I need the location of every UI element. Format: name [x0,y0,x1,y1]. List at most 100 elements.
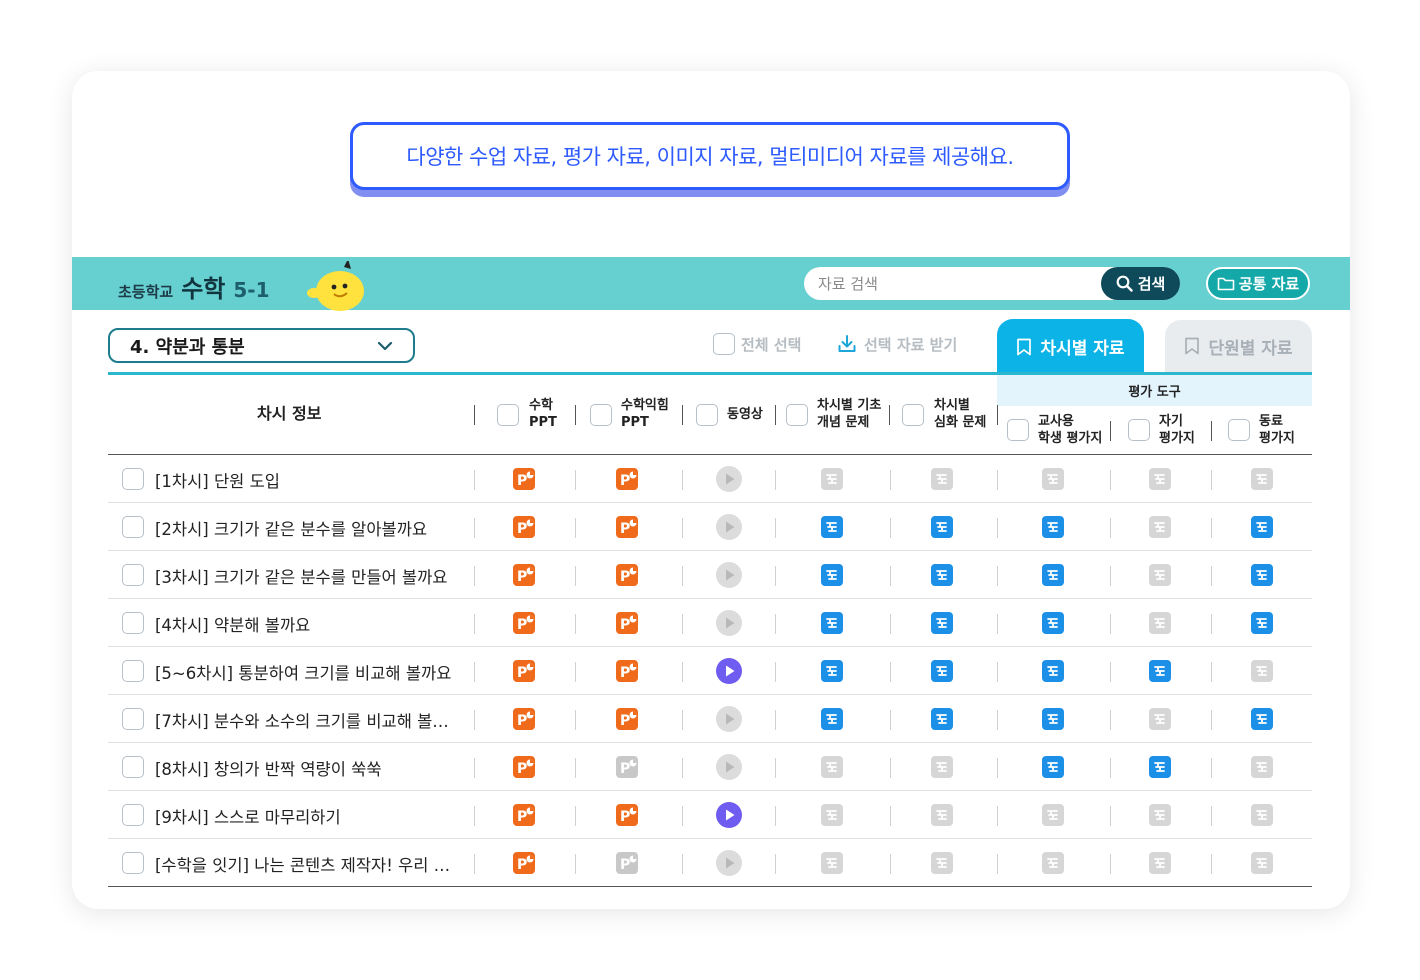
ppt-icon[interactable]: P [511,850,537,876]
row-checkbox[interactable] [122,564,144,586]
cell-separator [1211,518,1212,538]
column-header-line2: 심화 문제 [934,415,987,430]
cell-separator [775,614,776,634]
ppt-icon[interactable]: P [614,514,640,540]
lesson-title[interactable]: [8차시] 창의가 반짝 역량이 쑥쑥 [155,756,473,780]
worksheet-icon[interactable] [1040,610,1066,636]
ppt-icon[interactable]: P [511,514,537,540]
column-checkbox[interactable] [696,404,718,426]
worksheet-icon[interactable] [1040,706,1066,732]
cell-separator [775,470,776,490]
video-play-icon [716,754,742,780]
worksheet-icon[interactable] [819,514,845,540]
ppt-icon[interactable]: P [511,562,537,588]
worksheet-icon[interactable] [1040,658,1066,684]
worksheet-icon[interactable] [1147,658,1173,684]
tab-lesson-materials[interactable]: 차시별 자료 [997,319,1144,374]
ppt-icon[interactable]: P [614,466,640,492]
tab-unit-materials[interactable]: 단원별 자료 [1165,320,1312,372]
table-row: [7차시] 분수와 소수의 크기를 비교해 볼… P P [108,695,1312,743]
lesson-title[interactable]: [3차시] 크기가 같은 분수를 만들어 볼까요 [155,564,473,588]
cell-separator [997,854,998,874]
select-all-checkbox[interactable] [713,333,735,355]
worksheet-icon [1040,802,1066,828]
cell-separator [890,710,891,730]
ppt-icon[interactable]: P [614,802,640,828]
worksheet-icon [1040,850,1066,876]
worksheet-icon[interactable] [819,562,845,588]
worksheet-icon[interactable] [929,514,955,540]
lesson-title[interactable]: [2차시] 크기가 같은 분수를 알아볼까요 [155,516,473,540]
lesson-title[interactable]: [7차시] 분수와 소수의 크기를 비교해 볼… [155,708,473,732]
common-materials-button[interactable]: 공통 자료 [1206,267,1310,300]
worksheet-icon[interactable] [1147,754,1173,780]
lesson-title[interactable]: [4차시] 약분해 볼까요 [155,612,473,636]
cell-separator [575,758,576,778]
worksheet-icon[interactable] [819,610,845,636]
ppt-icon[interactable]: P [614,562,640,588]
column-header-line1: 자기 [1159,414,1183,429]
lesson-title[interactable]: [수학을 잇기] 나는 콘텐츠 제작자! 우리 … [155,852,473,876]
worksheet-icon[interactable] [819,658,845,684]
unit-select[interactable]: 4. 약분과 통분 [108,328,415,363]
column-header-line2: PPT [529,415,557,430]
video-play-icon[interactable] [716,658,742,684]
column-checkbox[interactable] [1228,419,1250,441]
worksheet-icon[interactable] [929,706,955,732]
ppt-icon[interactable]: P [614,658,640,684]
ppt-icon[interactable]: P [614,706,640,732]
cell-separator [1211,662,1212,682]
column-checkbox[interactable] [497,404,519,426]
worksheet-icon[interactable] [1249,706,1275,732]
column-checkbox[interactable] [902,404,924,426]
ppt-icon[interactable]: P [511,610,537,636]
ppt-icon[interactable]: P [511,658,537,684]
header-separator [1211,421,1212,441]
column-checkbox[interactable] [1128,419,1150,441]
lesson-title[interactable]: [5~6차시] 통분하여 크기를 비교해 볼까요 [155,660,473,684]
cell-separator [890,806,891,826]
folder-icon [1217,277,1235,291]
column-checkbox[interactable] [590,404,612,426]
row-checkbox[interactable] [122,660,144,682]
lesson-title[interactable]: [9차시] 스스로 마무리하기 [155,804,473,828]
worksheet-icon[interactable] [929,562,955,588]
ppt-icon[interactable]: P [511,802,537,828]
video-play-icon[interactable] [716,802,742,828]
worksheet-icon[interactable] [1249,514,1275,540]
common-materials-label: 공통 자료 [1238,275,1300,293]
worksheet-icon[interactable] [819,706,845,732]
column-checkbox[interactable] [1007,419,1029,441]
worksheet-icon[interactable] [1249,562,1275,588]
cell-separator [775,518,776,538]
row-checkbox[interactable] [122,756,144,778]
search-input[interactable] [818,267,1088,300]
worksheet-icon[interactable] [929,610,955,636]
svg-text:P: P [620,521,630,537]
ppt-icon[interactable]: P [511,754,537,780]
cell-separator [682,662,683,682]
worksheet-icon[interactable] [1249,610,1275,636]
column-checkbox[interactable] [786,404,808,426]
row-checkbox[interactable] [122,516,144,538]
ppt-icon[interactable]: P [511,466,537,492]
row-checkbox[interactable] [122,804,144,826]
worksheet-icon[interactable] [1040,562,1066,588]
row-checkbox[interactable] [122,852,144,874]
cell-separator [1110,854,1111,874]
ppt-icon[interactable]: P [614,610,640,636]
worksheet-icon [1040,466,1066,492]
ppt-icon[interactable]: P [511,706,537,732]
worksheet-icon[interactable] [1040,514,1066,540]
worksheet-icon[interactable] [929,658,955,684]
download-selected-action[interactable]: 선택 자료 받기 [836,333,957,355]
chevron-down-icon [377,341,393,351]
row-checkbox[interactable] [122,708,144,730]
row-checkbox[interactable] [122,612,144,634]
worksheet-icon[interactable] [1040,754,1066,780]
row-checkbox[interactable] [122,468,144,490]
select-all-action[interactable]: 전체 선택 [713,333,801,355]
search-button[interactable]: 검색 [1101,267,1180,300]
cell-separator [575,614,576,634]
lesson-title[interactable]: [1차시] 단원 도입 [155,468,473,492]
